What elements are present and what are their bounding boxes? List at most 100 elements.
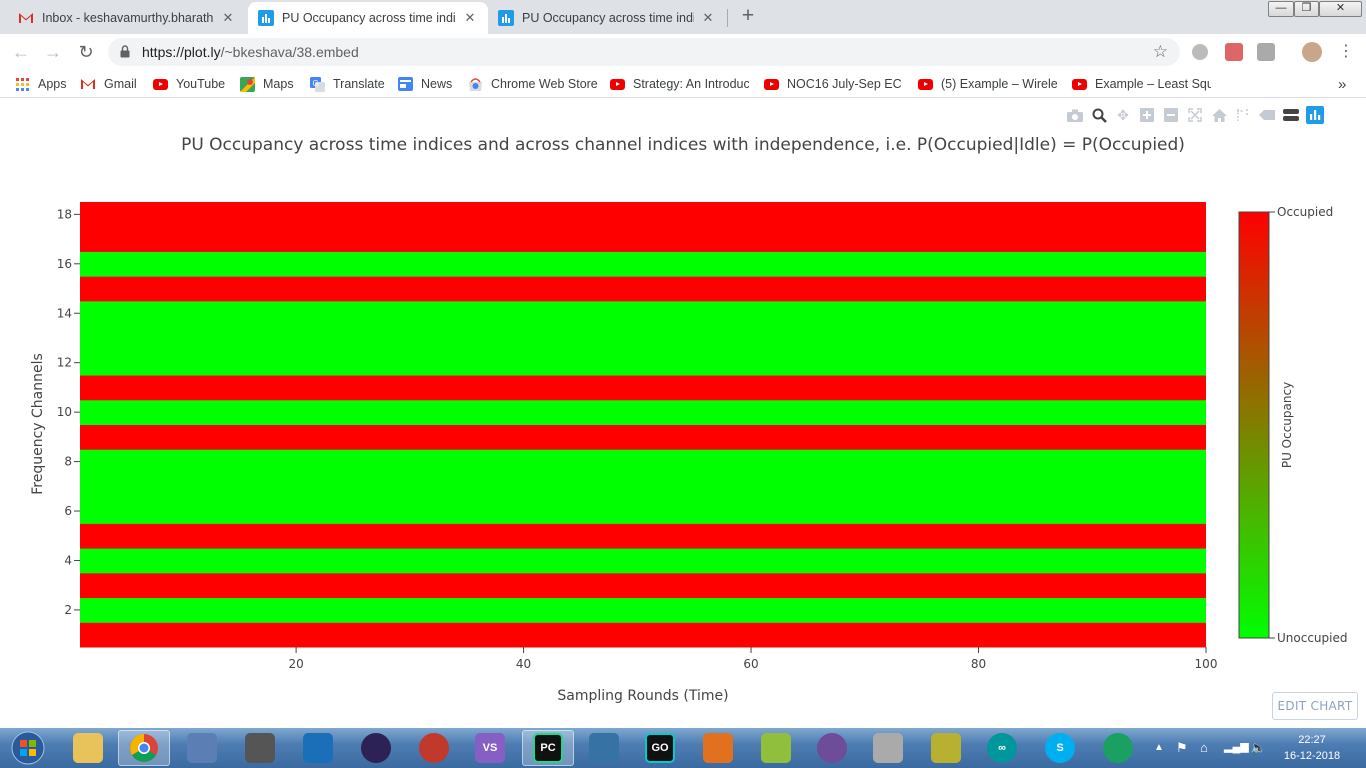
- url-host: https://plot.ly: [142, 44, 221, 60]
- heatmap-row-channel-8[interactable]: [80, 449, 1206, 475]
- heatmap-row-channel-2[interactable]: [80, 597, 1206, 623]
- taskbar-chrome[interactable]: [118, 730, 170, 766]
- minimize-button[interactable]: —: [1268, 1, 1294, 17]
- extension-icon[interactable]: [1257, 43, 1275, 61]
- bookmark-strategy[interactable]: Strategy: An Introduc: [609, 75, 749, 93]
- heatmap-row-channel-15[interactable]: [80, 276, 1206, 302]
- usb-icon[interactable]: ⌂: [1200, 740, 1208, 755]
- youtube-icon: [609, 76, 625, 92]
- taskbar-database[interactable]: [862, 730, 914, 766]
- action-center-flag-icon[interactable]: ⚑: [1176, 740, 1188, 756]
- taskbar-ruby-app[interactable]: [408, 730, 460, 766]
- taskbar-arduino[interactable]: ∞: [976, 730, 1028, 766]
- extension-circle-icon[interactable]: [1192, 44, 1208, 60]
- heatmap-chart[interactable]: 2 4 6 8 10 12 14 16 18 20 40 60 80 100 Frequency Cha…: [0, 98, 1366, 728]
- start-button[interactable]: [4, 730, 52, 766]
- forward-arrow-icon[interactable]: →: [41, 40, 65, 64]
- heatmap-row-channel-1[interactable]: [80, 622, 1206, 648]
- taskbar-browser-app[interactable]: [1092, 730, 1144, 766]
- edit-chart-button[interactable]: EDIT CHART: [1272, 692, 1358, 720]
- heatmap-row-channel-11[interactable]: [80, 375, 1206, 401]
- tab-gmail-inbox[interactable]: Inbox - keshavamurthy.bharath@ ✕: [8, 2, 246, 34]
- heatmap-row-channel-13[interactable]: [80, 325, 1206, 351]
- url-text: https://plot.ly/~bkeshava/38.embed: [142, 44, 359, 60]
- bookmark-gmail[interactable]: Gmail: [80, 75, 137, 93]
- heatmap-row-channel-3[interactable]: [80, 572, 1206, 599]
- system-clock[interactable]: 22:27 16-12-2018: [1272, 732, 1352, 764]
- heatmap-row-channel-17[interactable]: [80, 226, 1206, 252]
- taskbar-github[interactable]: [806, 730, 858, 766]
- heatmap-row-channel-16[interactable]: [80, 251, 1206, 277]
- heatmap-row-channel-6[interactable]: [80, 498, 1206, 524]
- x-tick-label: 40: [516, 657, 531, 671]
- heatmap-row-channel-7[interactable]: [80, 473, 1206, 500]
- bookmark-label: News: [421, 77, 453, 91]
- tab-separator: [727, 9, 728, 27]
- bookmark-news[interactable]: News: [397, 75, 452, 93]
- heatmap-row-channel-12[interactable]: [80, 350, 1206, 376]
- taskbar-app-triangle[interactable]: [920, 730, 972, 766]
- heatmap-row-channel-10[interactable]: [80, 399, 1206, 425]
- network-signal-icon[interactable]: ▂▄▆: [1224, 740, 1249, 753]
- heatmap-row-channel-5[interactable]: [80, 523, 1206, 549]
- profile-avatar[interactable]: [1302, 42, 1322, 62]
- address-bar[interactable]: https://plot.ly/~bkeshava/38.embed ☆: [108, 38, 1180, 66]
- taskbar-security-app[interactable]: [234, 730, 286, 766]
- tab-title: Inbox - keshavamurthy.bharath@: [42, 11, 214, 25]
- bookmark-label: NOC16 July-Sep EC1: [787, 77, 901, 91]
- bookmark-youtube[interactable]: YouTube: [152, 75, 225, 93]
- taskbar-pycharm[interactable]: PC: [522, 730, 574, 766]
- back-arrow-icon[interactable]: ←: [9, 40, 33, 64]
- taskbar-wireshark[interactable]: [292, 730, 344, 766]
- taskbar-matlab[interactable]: [692, 730, 744, 766]
- y-tick-label: 12: [57, 356, 72, 370]
- bookmark-example-wireless[interactable]: (5) Example – Wireles: [917, 75, 1057, 93]
- url-path: /~bkeshava/38.embed: [220, 44, 359, 60]
- bookmarks-overflow-button[interactable]: »: [1338, 75, 1346, 93]
- taskbar-editor[interactable]: [750, 730, 802, 766]
- pdf-extension-icon[interactable]: [1225, 43, 1243, 61]
- close-tab-icon[interactable]: ✕: [462, 10, 478, 26]
- close-window-button[interactable]: ✕: [1319, 1, 1362, 17]
- reload-icon[interactable]: ↻: [74, 40, 98, 64]
- taskbar-skype[interactable]: S: [1034, 730, 1086, 766]
- chrome-menu-icon[interactable]: ⋮: [1334, 40, 1358, 64]
- heatmap-row-channel-14[interactable]: [80, 300, 1206, 327]
- bookmark-least-squares[interactable]: Example – Least Squa: [1071, 75, 1211, 93]
- bookmark-translate[interactable]: G Translate: [309, 75, 385, 93]
- bookmark-label: Translate: [333, 77, 385, 91]
- y-tick-label: 18: [57, 207, 72, 221]
- tab-pu-occupancy-active[interactable]: PU Occupancy across time indice ✕: [248, 2, 488, 34]
- taskbar-network-app[interactable]: [176, 730, 228, 766]
- heatmap-row-channel-9[interactable]: [80, 424, 1206, 450]
- gmail-icon: [18, 10, 34, 26]
- taskbar-python[interactable]: [578, 730, 630, 766]
- bookmark-star-icon[interactable]: ☆: [1153, 42, 1168, 62]
- bookmark-apps[interactable]: Apps: [14, 75, 67, 93]
- taskbar-goland[interactable]: GO: [634, 730, 686, 766]
- taskbar-explorer[interactable]: [62, 730, 114, 766]
- svg-text:G: G: [312, 79, 318, 88]
- new-tab-button[interactable]: +: [736, 5, 760, 29]
- taskbar-visual-studio[interactable]: VS: [464, 730, 516, 766]
- tab-pu-occupancy[interactable]: PU Occupancy across time indice ✕: [488, 2, 726, 34]
- heatmap-row-channel-4[interactable]: [80, 548, 1206, 574]
- lock-app-icon: [245, 733, 275, 763]
- tray-expand-icon[interactable]: ▲: [1154, 742, 1164, 753]
- bookmark-maps[interactable]: Maps: [239, 75, 294, 93]
- tab-title: PU Occupancy across time indice: [282, 11, 456, 25]
- y-tick-label: 6: [64, 504, 72, 518]
- y-tick-label: 2: [64, 603, 72, 617]
- heatmap-row-channel-18[interactable]: [80, 202, 1206, 228]
- taskbar-eclipse[interactable]: [350, 730, 402, 766]
- bookmark-chrome-web-store[interactable]: Chrome Web Store: [467, 75, 598, 93]
- restore-button[interactable]: ❐: [1294, 1, 1319, 17]
- pycharm-icon: PC: [533, 733, 563, 763]
- y-tick-label: 16: [57, 257, 72, 271]
- plotly-icon: [498, 10, 514, 26]
- close-tab-icon[interactable]: ✕: [700, 10, 716, 26]
- bookmark-noc16[interactable]: NOC16 July-Sep EC1: [763, 75, 901, 93]
- youtube-icon: [1071, 76, 1087, 92]
- close-tab-icon[interactable]: ✕: [220, 10, 236, 26]
- volume-icon[interactable]: 🔈: [1250, 740, 1266, 756]
